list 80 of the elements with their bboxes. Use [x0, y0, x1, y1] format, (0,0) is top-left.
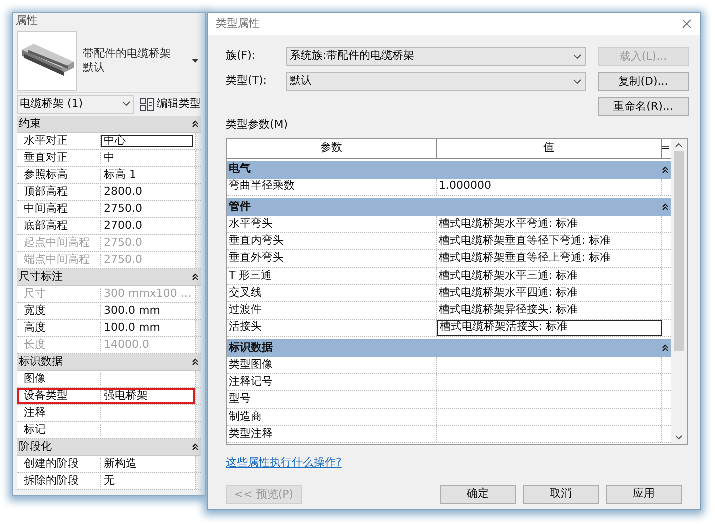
value-cell[interactable]: 槽式电缆桥架水平三通: 标准 — [437, 268, 662, 284]
value-cell[interactable]: 槽式电缆桥架水平四通: 标准 — [437, 284, 662, 302]
property-row[interactable]: 图像 — [17, 371, 195, 387]
value-cell[interactable]: 槽式电缆桥架活接头: 标准 — [437, 320, 662, 336]
column-header[interactable]: 值 — [437, 138, 662, 158]
value-cell[interactable]: 1.000000 — [437, 178, 662, 195]
scrollbar-thumb[interactable] — [674, 150, 684, 350]
group-header[interactable]: 电气 — [227, 160, 671, 178]
parameter-cell: 类型图像 — [227, 356, 437, 374]
dialog-button[interactable]: 重命名(R)... — [598, 97, 689, 116]
value-cell[interactable]: 槽式电缆桥架垂直等径上弯通: 标准 — [437, 250, 662, 267]
parameter-cell: 水平弯头 — [227, 216, 437, 232]
parameter-cell: 过渡件 — [227, 302, 437, 319]
chevron-down-icon — [122, 101, 131, 107]
value-cell[interactable]: 槽式电缆桥架垂直等径下弯通: 标准 — [437, 233, 662, 250]
property-row[interactable]: 注释 — [17, 405, 195, 421]
parameter-cell: 垂直内弯头 — [227, 233, 437, 250]
property-row[interactable]: 水平对正 中心 — [17, 133, 195, 149]
column-header[interactable]: 参数 — [227, 138, 437, 158]
group-header[interactable]: 标识数据 — [227, 338, 671, 357]
dropdown-arrow-icon[interactable] — [192, 58, 199, 62]
property-row[interactable]: 垂直对正 中 — [17, 150, 195, 166]
instance-selector[interactable]: 电缆桥架 (1) — [17, 94, 134, 114]
property-row[interactable]: 高度 100.0 mm — [17, 320, 195, 336]
parameter-cell: 类型注释 — [227, 426, 437, 442]
dialog-button[interactable]: 复制(D)... — [598, 72, 689, 91]
family-name: 带配件的电缆桥架 — [83, 46, 172, 60]
dialog-button[interactable]: 应用 — [606, 485, 682, 504]
property-row[interactable]: 中间高程 2750.0 — [17, 201, 195, 217]
group-header[interactable]: 尺寸标注 — [17, 269, 201, 286]
property-row[interactable]: 标记 — [17, 422, 195, 438]
type-name: 默认 — [83, 60, 106, 74]
scroll-down-icon[interactable] — [675, 434, 683, 440]
parameter-cell: 制造商 — [227, 408, 437, 426]
dialog-button[interactable]: 确定 — [440, 485, 516, 504]
value-cell[interactable]: 槽式电缆桥架异径接头: 标准 — [437, 302, 662, 319]
group-header[interactable]: 约束 — [17, 116, 201, 133]
chevron-down-icon — [573, 78, 582, 84]
collapse-icon[interactable] — [662, 166, 669, 174]
parameter-cell: 弯曲半径乘数 — [227, 178, 437, 195]
property-row[interactable]: 拆除的阶段 无 — [17, 473, 195, 489]
parameter-cell: 活接头 — [227, 320, 437, 336]
property-row[interactable]: 底部高程 2700.0 — [17, 218, 195, 234]
scroll-up-icon[interactable] — [675, 142, 683, 148]
panel-title: 属性 — [16, 12, 38, 29]
property-row[interactable]: 宽度 300.0 mm — [17, 303, 195, 319]
collapse-icon[interactable] — [192, 273, 199, 281]
parameter-cell: 型号 — [227, 391, 437, 408]
collapse-icon[interactable] — [662, 344, 669, 352]
collapse-icon[interactable] — [192, 120, 199, 128]
group-header[interactable]: 标识数据 — [17, 354, 201, 371]
dropdown-field[interactable]: 系统族:带配件的电缆桥架 — [286, 47, 586, 66]
scrollbar[interactable] — [671, 138, 687, 444]
edit-type-button[interactable]: 编辑类型 — [140, 96, 201, 112]
group-header[interactable]: 管件 — [227, 198, 671, 216]
collapse-icon[interactable] — [662, 202, 669, 211]
group-header[interactable]: 阶段化 — [17, 439, 201, 456]
window-title: 类型属性 — [216, 16, 260, 32]
parameter-cell: 注释记号 — [227, 374, 437, 390]
help-link[interactable]: 这些属性执行什么操作? — [226, 454, 342, 471]
property-row[interactable]: 参照标高 标高 1 — [17, 167, 195, 183]
field-label: 族(F): — [226, 48, 257, 64]
section-label: 类型参数(M) — [226, 117, 290, 133]
collapse-icon[interactable] — [192, 358, 199, 366]
property-row[interactable]: 设备类型 强电桥架 — [17, 388, 195, 404]
collapse-icon[interactable] — [192, 443, 199, 451]
edit-type-icon — [140, 98, 154, 110]
property-row[interactable]: 创建的阶段 新构造 — [17, 456, 195, 472]
value-cell[interactable]: 槽式电缆桥架水平弯通: 标准 — [437, 216, 662, 232]
parameter-cell: 交叉线 — [227, 284, 437, 302]
column-header[interactable]: = — [662, 138, 670, 158]
dropdown-field[interactable]: 默认 — [286, 72, 586, 91]
parameter-cell: 垂直外弯头 — [227, 250, 437, 267]
property-value[interactable]: 中心 — [101, 135, 193, 147]
close-icon[interactable] — [682, 19, 692, 29]
chevron-down-icon — [573, 54, 582, 60]
field-label: 类型(T): — [226, 73, 268, 90]
dialog-button[interactable]: 取消 — [523, 485, 599, 504]
property-row[interactable]: 顶部高程 2800.0 — [17, 184, 195, 200]
parameter-cell: T 形三通 — [227, 268, 437, 284]
